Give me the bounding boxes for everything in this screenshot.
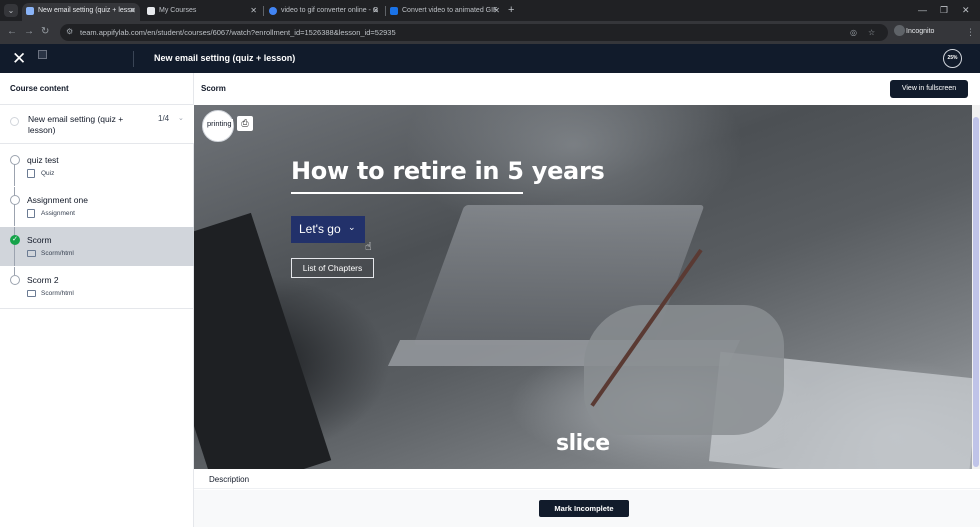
timeline-rail [14, 187, 15, 226]
section-progress-count: 1/4 [158, 114, 170, 123]
video-icon [27, 290, 36, 297]
lesson-item-scorm[interactable]: ✓ Scorm Scorm/html [0, 227, 194, 266]
chevron-down-icon[interactable]: ⌄ [178, 114, 184, 122]
new-tab-button[interactable]: + [508, 3, 514, 17]
tab-title: New email setting (quiz + lesso [38, 7, 135, 14]
list-of-chapters-button[interactable]: List of Chapters [291, 258, 374, 278]
menu-icon[interactable]: ⋮ [966, 26, 975, 38]
close-tab-icon[interactable]: ✕ [493, 3, 500, 19]
tab-search-button[interactable]: ⌄ [4, 4, 18, 17]
scorm-player[interactable]: printing ⎙ How to retire in 5 years Let'… [194, 105, 972, 469]
lesson-item-assignment-one[interactable]: Assignment one Assignment [0, 187, 194, 226]
check-icon: ✓ [10, 235, 20, 245]
lesson-status-icon [10, 155, 20, 165]
close-tab-icon[interactable]: ✕ [250, 3, 257, 19]
lesson-status-icon [10, 275, 20, 285]
lesson-title: Scorm 2 [27, 275, 59, 285]
lesson-status-icon [10, 195, 20, 205]
google-icon [269, 7, 277, 15]
lesson-title: Assignment one [27, 195, 88, 205]
printer-icon[interactable]: ⎙ [237, 116, 253, 131]
course-header: ✕ New email setting (quiz + lesson) 25% [0, 44, 980, 73]
lesson-type: Assignment [41, 210, 75, 217]
bookmark-star-icon[interactable]: ☆ [868, 27, 875, 38]
background-photo-tablet [194, 212, 332, 469]
content-type-label: Scorm [201, 84, 226, 93]
globe-icon [26, 7, 34, 15]
lesson-item-quiz-test[interactable]: quiz test Quiz [0, 147, 194, 186]
scrollbar[interactable] [972, 105, 980, 469]
chevron-down-icon[interactable]: ⌄ [348, 222, 356, 233]
section-title: New email setting (quiz + lesson) [28, 114, 124, 135]
lesson-type: Scorm/html [41, 250, 74, 257]
course-slide-title: How to retire in 5 years [291, 157, 605, 185]
printing-label: printing [206, 119, 233, 128]
forward-icon[interactable]: → [24, 26, 34, 38]
lesson-title: quiz test [27, 155, 59, 165]
description-tab[interactable]: Description [194, 469, 980, 489]
url-text[interactable]: team.appifylab.com/en/student/courses/60… [80, 27, 396, 38]
scrollbar-thumb[interactable] [973, 117, 979, 467]
address-bar[interactable]: ⚙ team.appifylab.com/en/student/courses/… [60, 24, 888, 41]
lesson-type: Scorm/html [41, 290, 74, 297]
browser-toolbar: ← → ↻ ⚙ team.appifylab.com/en/student/co… [0, 21, 980, 44]
close-tab-icon[interactable]: ✕ [129, 3, 136, 19]
browser-tab-3[interactable]: video to gif converter online - G ✕ [265, 3, 383, 21]
incognito-label[interactable]: Incognito [906, 26, 934, 38]
tab-title: Convert video to animated GIF [402, 7, 498, 14]
site-info-icon[interactable]: ⚙ [66, 27, 73, 36]
course-sidebar: Course content New email setting (quiz +… [0, 73, 194, 527]
eye-off-icon[interactable]: ◎ [850, 27, 857, 38]
lesson-item-scorm-2[interactable]: Scorm 2 Scorm/html [0, 267, 194, 306]
browser-tab-1[interactable]: New email setting (quiz + lesso ✕ [22, 3, 140, 21]
divider [0, 308, 194, 309]
maximize-button[interactable]: ❐ [940, 3, 948, 17]
back-icon[interactable]: ← [7, 26, 17, 38]
header-divider [133, 51, 134, 67]
close-tab-icon[interactable]: ✕ [372, 3, 379, 19]
logo-image[interactable] [38, 50, 47, 59]
minimize-button[interactable]: — [918, 3, 927, 17]
title-underline [291, 192, 523, 194]
content-topbar: Scorm View in fullscreen [194, 73, 980, 105]
description-label[interactable]: Description [209, 475, 249, 484]
tab-title: My Courses [159, 7, 197, 14]
timeline-rail [14, 227, 15, 266]
section-status-icon [10, 117, 19, 126]
slice-logo: slice [556, 431, 610, 456]
progress-indicator: 25% [943, 49, 962, 68]
incognito-icon[interactable] [894, 25, 905, 36]
view-fullscreen-button[interactable]: View in fullscreen [890, 80, 968, 98]
converter-icon [390, 7, 398, 15]
section-header[interactable]: New email setting (quiz + lesson) 1/4 ⌄ [0, 105, 194, 143]
close-icon[interactable]: ✕ [12, 50, 26, 67]
reload-icon[interactable]: ↻ [41, 26, 49, 38]
lesson-actions: Mark Incomplete [194, 490, 980, 527]
lesson-title: New email setting (quiz + lesson) [154, 53, 296, 63]
lesson-title: Scorm [27, 235, 52, 245]
document-icon [27, 209, 35, 218]
pointer-cursor-icon: ☝ [365, 241, 372, 253]
document-icon [27, 169, 35, 178]
tab-title: video to gif converter online - G [281, 7, 379, 14]
divider [0, 143, 194, 144]
close-window-button[interactable]: ✕ [962, 3, 970, 17]
timeline-rail [14, 267, 15, 275]
browser-tab-4[interactable]: Convert video to animated GIF ✕ [386, 3, 504, 21]
sidebar-heading: Course content [10, 84, 69, 93]
browser-tab-2[interactable]: My Courses ✕ [143, 3, 261, 21]
lesson-type: Quiz [41, 170, 55, 177]
mark-incomplete-button[interactable]: Mark Incomplete [539, 500, 629, 517]
tab-separator [263, 6, 264, 16]
browser-tab-strip: ⌄ New email setting (quiz + lesso ✕ My C… [0, 0, 980, 21]
video-icon [27, 250, 36, 257]
page-icon [147, 7, 155, 15]
